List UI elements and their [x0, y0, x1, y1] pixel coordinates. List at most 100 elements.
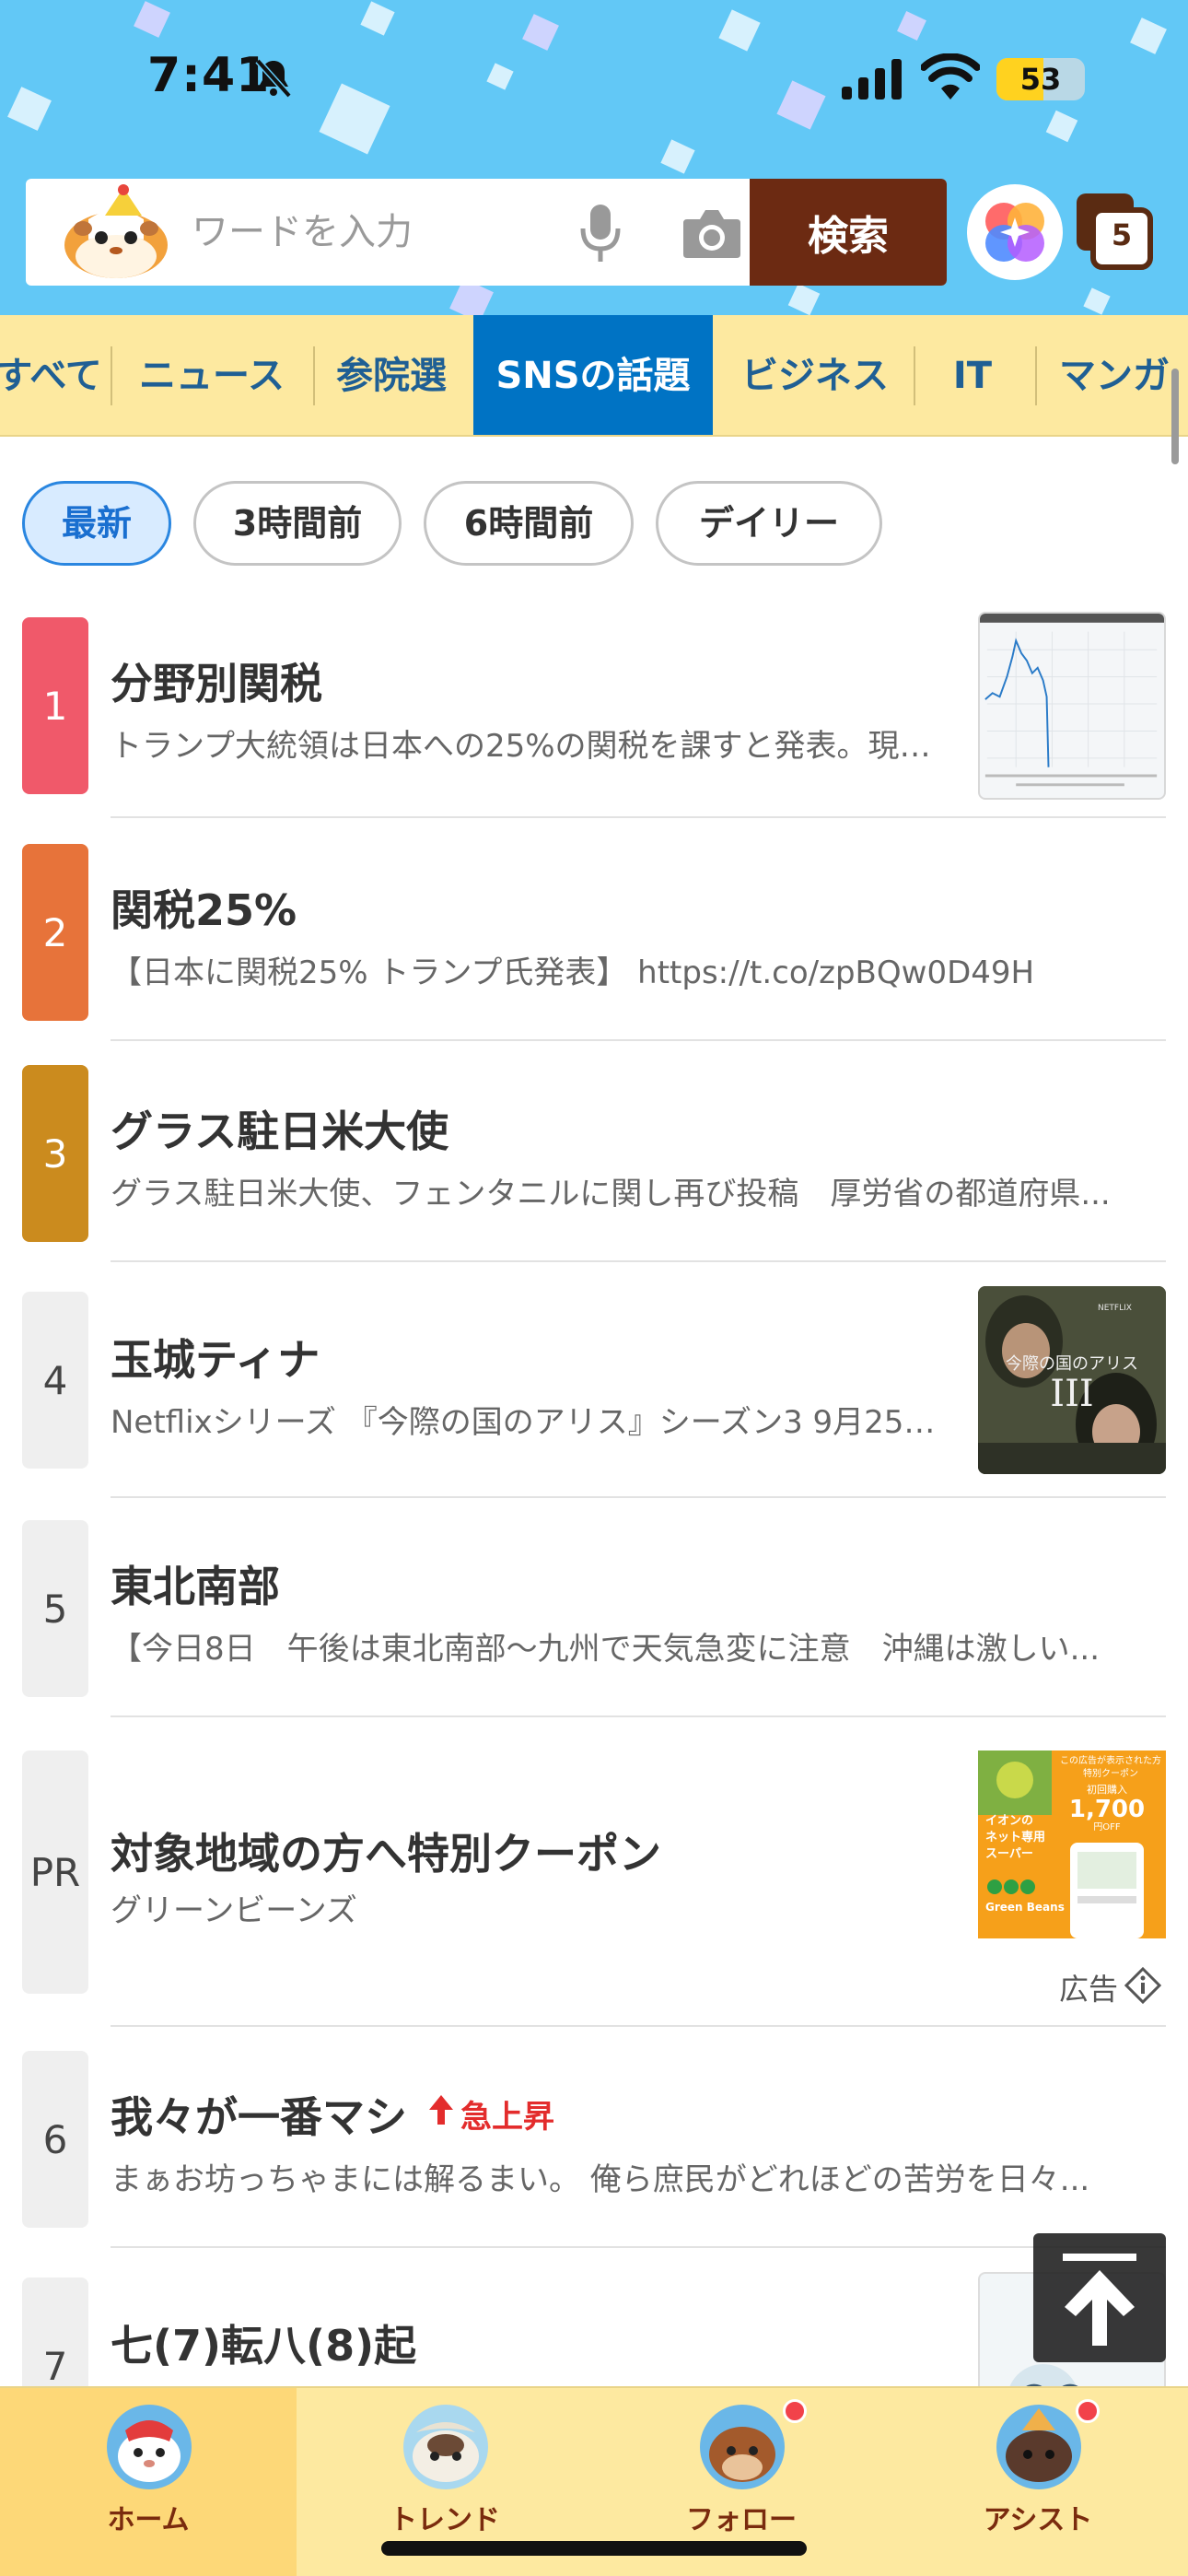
- stock-chart-thumbnail[interactable]: [978, 612, 1166, 800]
- tab-it[interactable]: IT: [917, 315, 1028, 435]
- topic-title[interactable]: 東北南部: [111, 1553, 280, 1614]
- topic-description[interactable]: Netflixシリーズ 『今際の国のアリス』シーズン3 9月25日配信...: [111, 1397, 949, 1442]
- tab-manga[interactable]: マンガ: [1042, 315, 1188, 435]
- guinea-pig-mascot-logo: [64, 184, 168, 278]
- ad-title[interactable]: 対象地域の方へ特別クーポン: [111, 1821, 661, 1881]
- search-bar: 検索: [26, 179, 947, 286]
- nav-label: ホーム: [107, 2504, 190, 2536]
- confetti: [787, 283, 821, 315]
- ad-info-icon[interactable]: [1124, 1966, 1162, 2005]
- filter-6-hours[interactable]: 6時間前: [424, 481, 634, 566]
- poster-title: 今際の国のアリス: [1006, 1354, 1138, 1374]
- list-divider: [111, 2246, 1166, 2248]
- camera-icon[interactable]: [681, 205, 742, 262]
- rank-badge: 5: [22, 1520, 88, 1697]
- status-bar: 7:41 53: [0, 0, 1188, 161]
- rising-arrow-icon: [429, 2095, 453, 2125]
- confetti: [1083, 287, 1111, 315]
- rank-badge: 1: [22, 617, 88, 794]
- tab-divider: [914, 346, 915, 405]
- tab-sns-topics[interactable]: SNSの話題: [473, 315, 713, 435]
- drama-poster-thumbnail[interactable]: NETFLIX 今際の国のアリス III: [978, 1286, 1166, 1474]
- topic-description[interactable]: まぁお坊っちゃまには解るまい。 俺ら庶民がどれほどの苦労を日々...: [111, 2154, 1160, 2199]
- rising-badge: 急上昇: [460, 2099, 554, 2136]
- list-divider: [111, 1039, 1166, 1041]
- svg-text:イオンの: イオンの: [985, 1814, 1033, 1828]
- filter-daily[interactable]: デイリー: [656, 481, 882, 566]
- wifi-icon: [921, 53, 980, 100]
- tab-business[interactable]: ビジネス: [716, 315, 914, 435]
- notification-dot: [1076, 2399, 1100, 2423]
- home-indicator: [381, 2541, 807, 2556]
- banner-line: 特別クーポン: [1083, 1768, 1138, 1779]
- nav-label: トレンド: [390, 2504, 500, 2536]
- topic-title[interactable]: グラス駐日米大使: [111, 1098, 448, 1159]
- nav-label: アシスト: [983, 2504, 1093, 2536]
- tab-news[interactable]: ニュース: [114, 315, 309, 435]
- scroll-indicator: [1171, 369, 1179, 464]
- topic-description[interactable]: グラス駐日米大使、フェンタニルに関し再び投稿 厚労省の都道府県...: [111, 1168, 1160, 1213]
- svg-text:III: III: [1050, 1373, 1093, 1415]
- tab-election[interactable]: 参院選: [317, 315, 466, 435]
- list-divider: [111, 1496, 1166, 1498]
- nav-home[interactable]: ホーム: [0, 2388, 297, 2576]
- nav-assist[interactable]: アシスト: [890, 2388, 1186, 2576]
- ai-assistant-icon[interactable]: [967, 184, 1063, 280]
- follow-mascot-icon: [700, 2405, 785, 2489]
- poster-brand: NETFLIX: [1098, 1304, 1132, 1313]
- filter-3-hours[interactable]: 3時間前: [193, 481, 402, 566]
- topic-description[interactable]: トランプ大統領は日本への25%の関税を課すと発表。現在...: [111, 720, 949, 766]
- topic-title[interactable]: 我々が一番マシ: [111, 2084, 407, 2145]
- list-divider: [111, 1260, 1166, 1262]
- tab-divider: [111, 346, 112, 405]
- chart-thumbnail-image: [980, 614, 1164, 787]
- list-divider: [111, 2025, 1166, 2027]
- tab-divider: [1035, 346, 1037, 405]
- bell-muted-icon: [255, 58, 292, 99]
- search-input[interactable]: [192, 179, 578, 286]
- battery-percent: 53: [1019, 62, 1062, 97]
- home-mascot-icon: [107, 2405, 192, 2489]
- microphone-icon[interactable]: [577, 201, 624, 265]
- svg-text:1,700: 1,700: [1069, 1796, 1145, 1823]
- poster-image: NETFLIX 今際の国のアリス III: [978, 1286, 1166, 1474]
- ad-label: 広告: [1059, 1972, 1119, 2007]
- category-tabs: すべて ニュース 参院選 SNSの話題 ビジネス IT マンガ: [0, 315, 1188, 437]
- rank-badge: 4: [22, 1292, 88, 1469]
- tab-all[interactable]: すべて: [0, 315, 109, 435]
- battery-indicator: 53: [996, 58, 1085, 100]
- tab-count: 5: [1111, 217, 1133, 252]
- ad-advertiser[interactable]: グリーンビーンズ: [111, 1885, 939, 1930]
- assist-mascot-icon: [996, 2405, 1081, 2489]
- filter-latest[interactable]: 最新: [22, 481, 171, 566]
- tab-divider: [313, 346, 315, 405]
- banner-brand: Green Beans: [985, 1901, 1065, 1914]
- svg-text:スーパー: スーパー: [985, 1847, 1033, 1861]
- ad-banner-thumbnail[interactable]: この広告が表示された方 特別クーポン 初回購入 1,700 円OFF イオンの …: [978, 1751, 1166, 1938]
- rank-badge: 3: [22, 1065, 88, 1242]
- nav-label: フォロー: [686, 2504, 797, 2536]
- cellular-signal-icon: [842, 59, 902, 100]
- header: 7:41 53 ワードを入力 検索 5: [0, 0, 1188, 315]
- list-divider: [111, 816, 1166, 818]
- pr-badge: PR: [22, 1751, 88, 1994]
- svg-text:円OFF: 円OFF: [1093, 1822, 1121, 1832]
- scroll-to-top-button[interactable]: [1033, 2233, 1166, 2362]
- arrow-up-icon: [1063, 2254, 1136, 2346]
- banner-line: 初回購入: [1087, 1783, 1127, 1796]
- ad-banner-image: この広告が表示された方 特別クーポン 初回購入 1,700 円OFF イオンの …: [978, 1751, 1166, 1938]
- rank-badge: 6: [22, 2051, 88, 2228]
- topic-description[interactable]: 【日本に関税25% トランプ氏発表】 https://t.co/zpBQw0D4…: [111, 947, 1160, 992]
- notification-dot: [783, 2399, 807, 2423]
- topic-description[interactable]: 【今日8日 午後は東北南部〜九州で天気急変に注意 沖縄は激しい...: [111, 1623, 1160, 1669]
- topic-title[interactable]: 分野別関税: [111, 650, 322, 711]
- topic-title[interactable]: 七(7)転八(8)起: [111, 2313, 416, 2373]
- tab-switcher-button[interactable]: 5: [1073, 190, 1158, 275]
- search-button[interactable]: 検索: [750, 179, 947, 286]
- trend-mascot-icon: [403, 2405, 488, 2489]
- topic-title[interactable]: 関税25%: [111, 877, 297, 938]
- svg-text:ネット専用: ネット専用: [985, 1830, 1045, 1844]
- list-divider: [111, 1715, 1166, 1717]
- topic-title[interactable]: 玉城ティナ: [111, 1327, 320, 1388]
- rank-badge: 2: [22, 844, 88, 1021]
